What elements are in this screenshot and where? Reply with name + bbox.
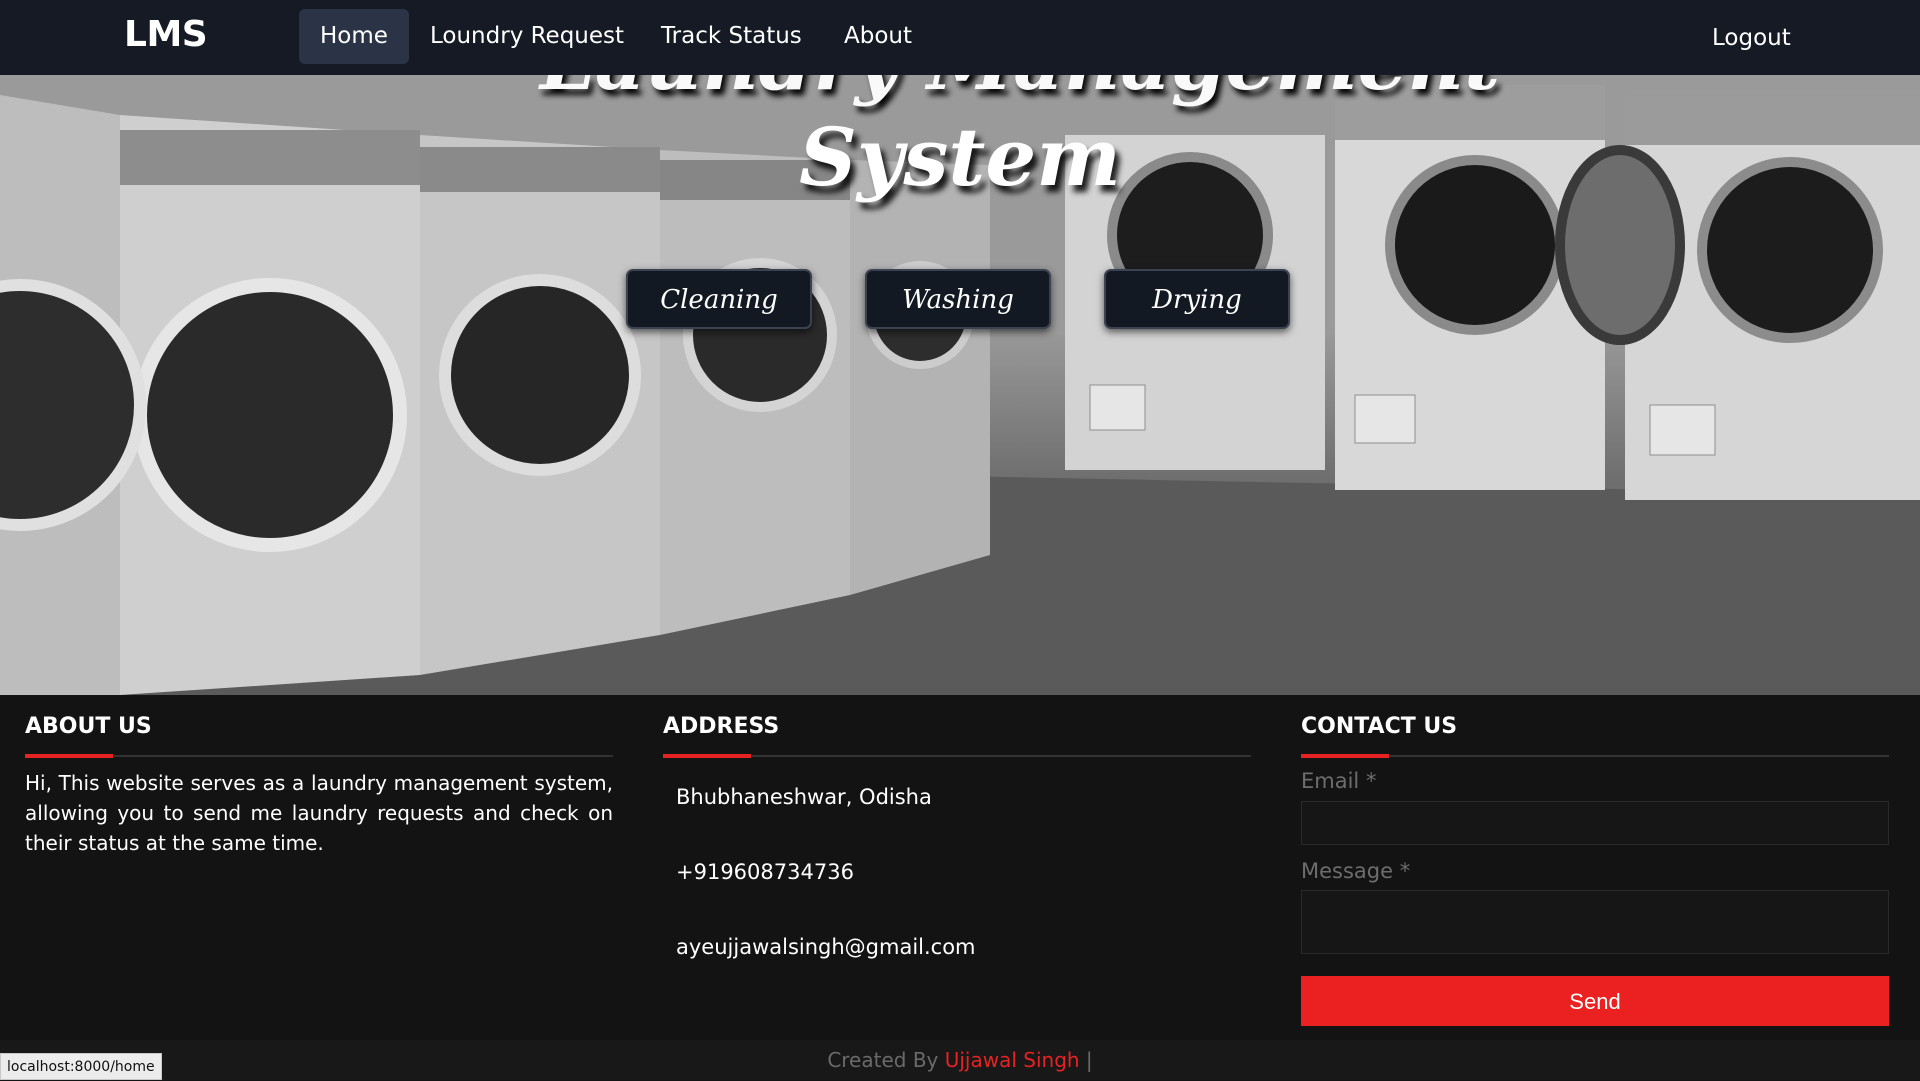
address-phone: +919608734736 [676, 860, 854, 884]
logout-link[interactable]: Logout [1691, 11, 1812, 66]
address-heading: ADDRESS [663, 714, 780, 739]
credit-bar: Created By Ujjawal Singh | [0, 1040, 1920, 1080]
address-email: ayeujjawalsingh@gmail.com [676, 935, 976, 959]
credit-author-link[interactable]: Ujjawal Singh [945, 1048, 1080, 1072]
nav-about[interactable]: About [823, 9, 933, 64]
contact-heading: CONTACT US [1301, 714, 1458, 739]
message-field[interactable] [1301, 890, 1889, 954]
hero-title-top-line: Laundry Management [540, 75, 1500, 108]
cleaning-button[interactable]: Cleaning [626, 269, 812, 329]
credit-separator: | [1079, 1048, 1093, 1072]
browser-status-url: localhost:8000/home [0, 1053, 162, 1080]
nav-home[interactable]: Home [299, 9, 409, 64]
credit-prefix: Created By [827, 1048, 945, 1072]
section-divider-accent [663, 754, 751, 758]
nav-laundry-request[interactable]: Loundry Request [409, 9, 645, 64]
about-heading: ABOUT US [25, 714, 152, 739]
section-divider [663, 755, 1251, 757]
section-divider-accent [1301, 754, 1389, 758]
send-button[interactable]: Send [1301, 976, 1889, 1026]
washing-button[interactable]: Washing [865, 269, 1051, 329]
footer: ABOUT US Hi, This website serves as a la… [0, 695, 1920, 1040]
top-navbar: LMS Home Loundry Request Track Status Ab… [0, 0, 1920, 75]
section-divider [1301, 755, 1889, 757]
section-divider [25, 755, 613, 757]
brand-logo[interactable]: LMS [124, 14, 208, 55]
nav-track-status[interactable]: Track Status [640, 9, 823, 64]
about-text: Hi, This website serves as a laundry man… [25, 771, 613, 855]
hero-title: System [799, 110, 1121, 204]
drying-button[interactable]: Drying [1104, 269, 1290, 329]
email-label: Email * [1301, 769, 1377, 793]
address-location: Bhubhaneshwar, Odisha [676, 785, 932, 809]
hero-banner: Laundry Management System Cleaning Washi… [0, 75, 1920, 695]
section-divider-accent [25, 754, 113, 758]
email-field[interactable] [1301, 801, 1889, 845]
message-label: Message * [1301, 859, 1411, 883]
